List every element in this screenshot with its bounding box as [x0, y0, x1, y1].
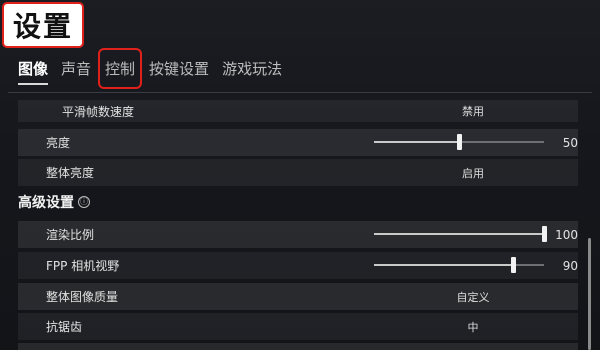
advanced-settings-header: 高级设置 ⓘ	[18, 192, 90, 212]
slider-value: 100	[555, 227, 578, 242]
setting-value[interactable]: 自定义	[418, 289, 528, 305]
setting-value[interactable]: 禁用	[418, 103, 528, 119]
setting-row-anti-aliasing[interactable]: 抗锯齿 中	[18, 313, 578, 340]
section-title: 高级设置	[18, 195, 74, 211]
setting-row-render-scale[interactable]: 渲染比例 100	[18, 221, 578, 248]
setting-label: 亮度	[46, 136, 71, 150]
slider-value: 50	[562, 135, 578, 150]
setting-label: 整体图像质量	[46, 290, 119, 304]
slider-value: 90	[562, 258, 578, 273]
fov-slider[interactable]	[374, 257, 544, 273]
setting-label: 平滑帧数速度	[62, 104, 135, 119]
settings-title-box: 设置	[2, 2, 84, 48]
slider-thumb[interactable]	[457, 134, 462, 150]
tab-graphics[interactable]: 图像	[18, 58, 49, 85]
brightness-slider[interactable]	[374, 134, 544, 150]
setting-row-partial	[18, 343, 578, 350]
info-icon[interactable]: ⓘ	[78, 196, 90, 208]
setting-row-smooth-framerate[interactable]: 平滑帧数速度 禁用	[18, 100, 578, 122]
slider-thumb[interactable]	[542, 226, 547, 242]
setting-label: 整体亮度	[46, 166, 95, 180]
scrollbar[interactable]	[588, 238, 591, 350]
header-divider	[8, 92, 592, 93]
tab-bar: 图像 声音 控制 按键设置 游戏玩法	[18, 47, 295, 89]
page-title: 设置	[12, 10, 73, 43]
render-scale-slider[interactable]	[374, 226, 547, 242]
tab-audio[interactable]: 声音	[61, 58, 91, 79]
setting-row-fpp-fov[interactable]: FPP 相机视野 90	[18, 252, 578, 279]
setting-label: 渲染比例	[46, 228, 95, 242]
slider-thumb[interactable]	[511, 257, 517, 273]
setting-value[interactable]: 启用	[418, 165, 528, 181]
setting-row-overall-brightness[interactable]: 整体亮度 启用	[18, 159, 578, 186]
setting-label: 抗锯齿	[46, 320, 83, 334]
tab-controls[interactable]: 控制	[98, 47, 143, 89]
slider-fill	[374, 264, 514, 266]
tab-keybindings[interactable]: 按键设置	[149, 58, 209, 79]
setting-value[interactable]: 中	[418, 319, 528, 335]
setting-row-overall-quality[interactable]: 整体图像质量 自定义	[18, 283, 578, 310]
setting-label: FPP 相机视野	[46, 259, 120, 273]
setting-row-brightness[interactable]: 亮度 50	[18, 129, 578, 156]
slider-fill	[374, 233, 544, 235]
slider-fill	[374, 141, 459, 143]
tab-gameplay[interactable]: 游戏玩法	[222, 58, 282, 79]
